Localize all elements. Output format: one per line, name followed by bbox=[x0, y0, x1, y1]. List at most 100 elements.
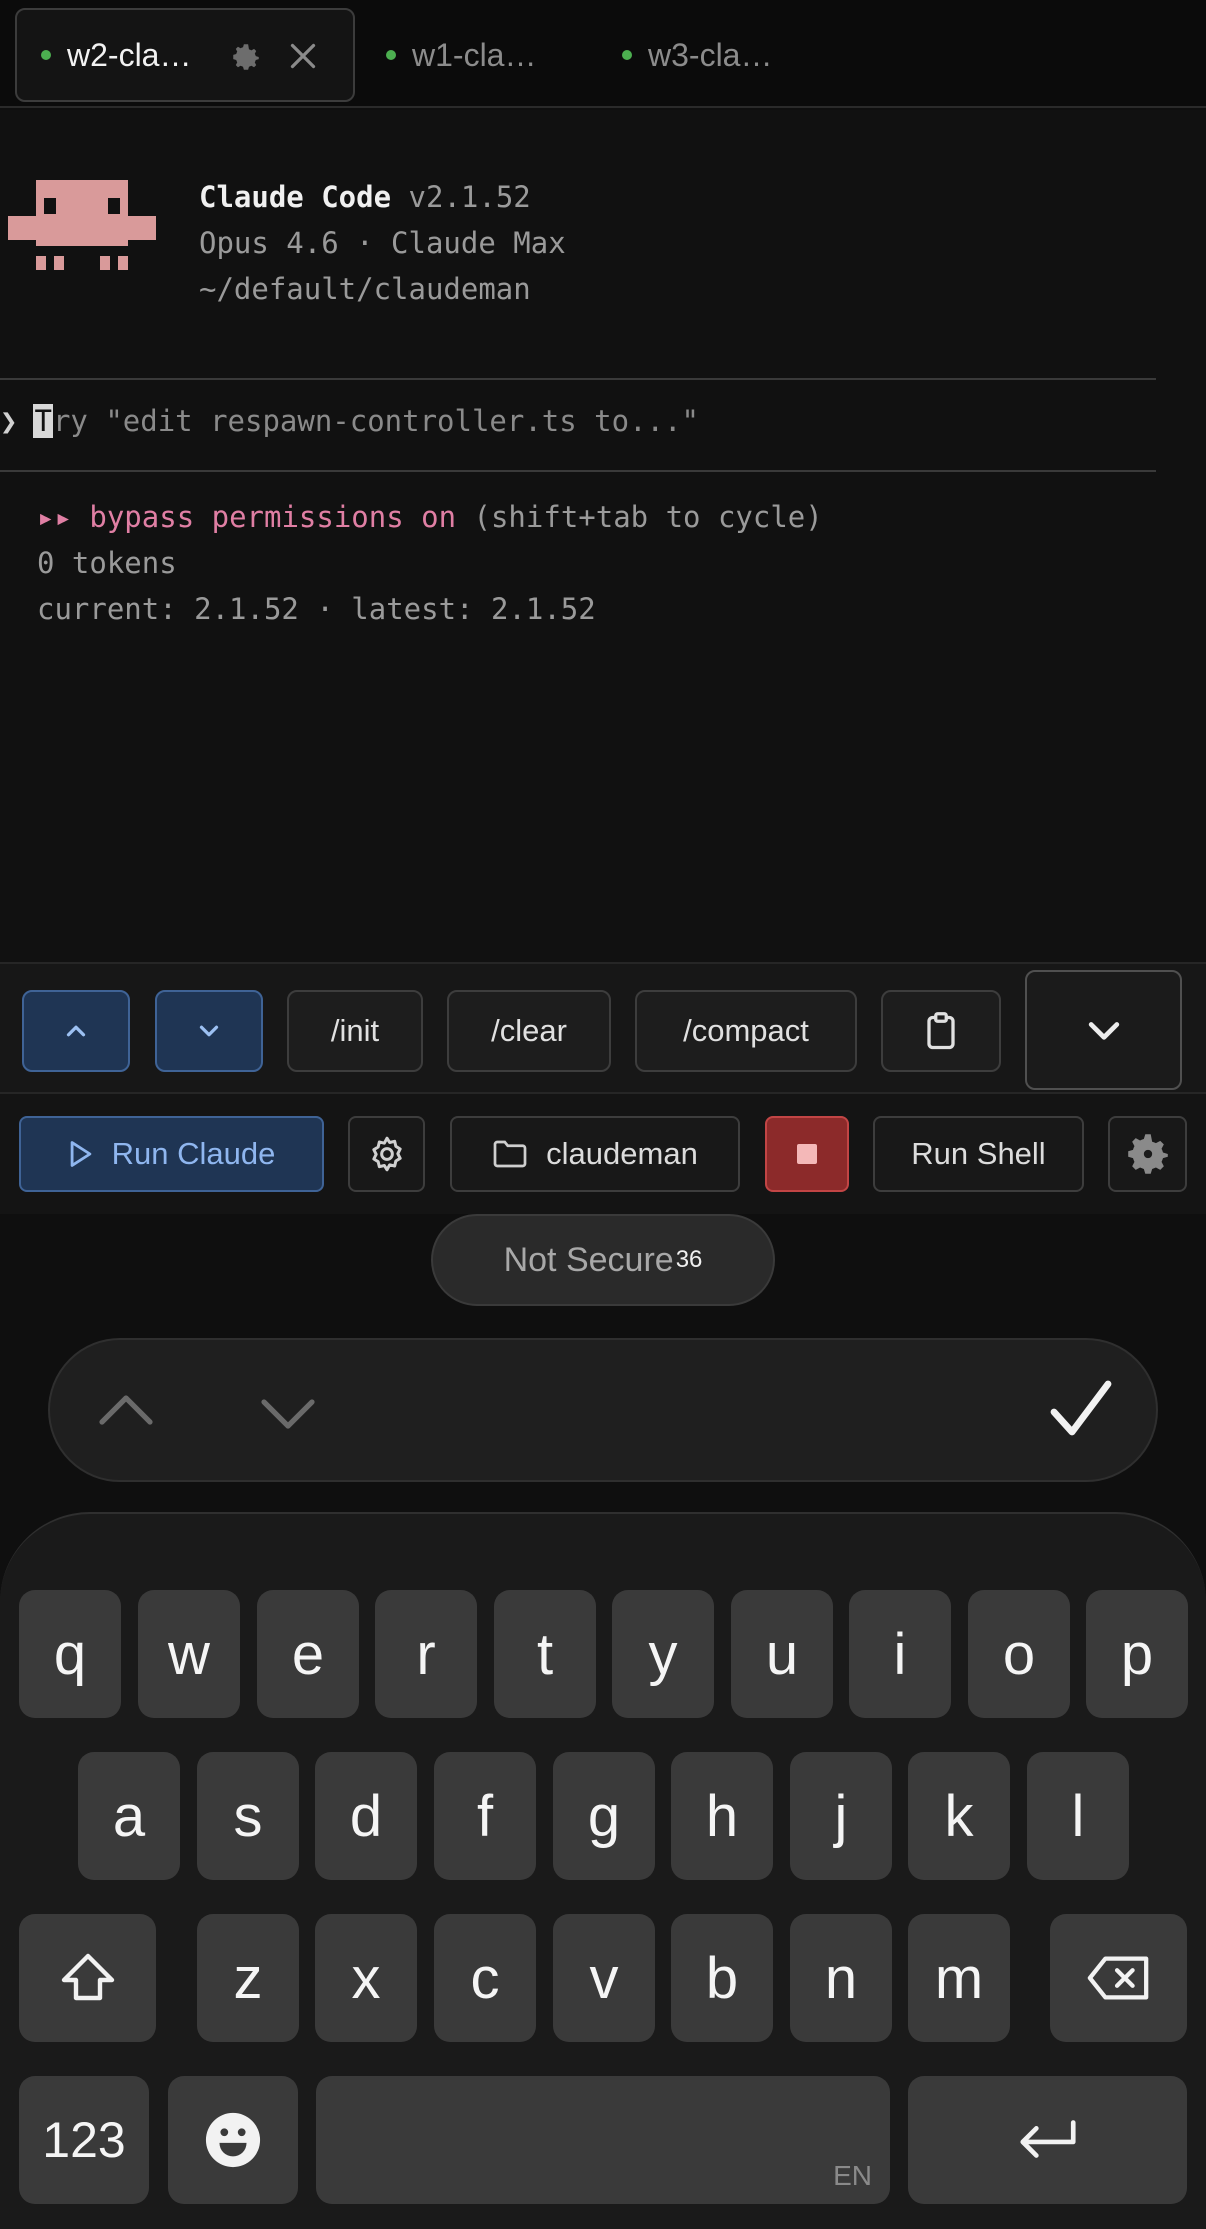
text-cursor: T bbox=[33, 404, 53, 438]
terminal-pane[interactable]: Claude Code v2.1.52 Opus 4.6 · Claude Ma… bbox=[0, 110, 1206, 962]
status-lines: ▸▸ bypass permissions on (shift+tab to c… bbox=[37, 494, 823, 632]
mode-label: bypass permissions on bbox=[89, 500, 457, 534]
previous-field-chevron-icon[interactable] bbox=[94, 1388, 158, 1432]
chevron-down-icon bbox=[199, 1025, 219, 1037]
clipboard-icon bbox=[927, 1012, 955, 1050]
claude-mascot-icon bbox=[8, 172, 156, 270]
shift-key[interactable] bbox=[19, 1914, 156, 2042]
arrow-down-button[interactable] bbox=[155, 990, 263, 1072]
app-name: Claude Code bbox=[199, 180, 392, 214]
key-z[interactable]: z bbox=[197, 1914, 299, 2042]
return-arrow-icon bbox=[1019, 2120, 1076, 2158]
key-k[interactable]: k bbox=[908, 1752, 1010, 1880]
stop-icon bbox=[797, 1144, 817, 1164]
app-version: v2.1.52 bbox=[408, 180, 531, 214]
key-c[interactable]: c bbox=[434, 1914, 536, 2042]
shift-arrow-icon bbox=[61, 1953, 114, 2001]
gear-icon[interactable] bbox=[229, 40, 263, 74]
key-a[interactable]: a bbox=[78, 1752, 180, 1880]
init-button[interactable]: /init bbox=[287, 990, 423, 1072]
claude-settings-button[interactable] bbox=[348, 1116, 425, 1192]
session-info: Claude Code v2.1.52 Opus 4.6 · Claude Ma… bbox=[199, 174, 566, 312]
prompt-chevron-icon: ❯ bbox=[0, 404, 18, 438]
backspace-icon bbox=[1087, 1956, 1148, 2000]
model-line: Opus 4.6 · Claude Max bbox=[199, 226, 566, 260]
space-bar[interactable]: EN bbox=[316, 2076, 890, 2204]
status-dot bbox=[386, 50, 396, 60]
emoji-key[interactable] bbox=[168, 2076, 298, 2204]
key-j[interactable]: j bbox=[790, 1752, 892, 1880]
tab-w2[interactable]: w2-cla… bbox=[15, 8, 355, 102]
prompt-placeholder: ry "edit respawn-controller.ts to..." bbox=[52, 404, 699, 438]
play-icon bbox=[70, 1141, 91, 1167]
divider bbox=[0, 470, 1156, 472]
settings-button[interactable] bbox=[1108, 1116, 1187, 1192]
collapse-keyboard-button[interactable] bbox=[1025, 970, 1182, 1090]
chevron-up-icon bbox=[66, 1025, 86, 1037]
tab-label: w1-cla… bbox=[412, 36, 537, 73]
action-bar: Run Claude claudeman Run Shell bbox=[0, 1094, 1206, 1214]
key-n[interactable]: n bbox=[790, 1914, 892, 2042]
key-g[interactable]: g bbox=[553, 1752, 655, 1880]
close-icon[interactable] bbox=[285, 38, 321, 74]
folder-label: claudeman bbox=[546, 1136, 698, 1171]
key-h[interactable]: h bbox=[671, 1752, 773, 1880]
tab-w3[interactable]: w3-cla… bbox=[622, 8, 772, 102]
numbers-key[interactable]: 123 bbox=[19, 2076, 149, 2204]
paste-button[interactable] bbox=[881, 990, 1001, 1072]
run-claude-label: Run Claude bbox=[111, 1136, 276, 1171]
run-claude-button[interactable]: Run Claude bbox=[19, 1116, 324, 1192]
return-key[interactable] bbox=[908, 2076, 1187, 2204]
key-y[interactable]: y bbox=[612, 1590, 714, 1718]
prompt-line[interactable]: ❯ Try "edit respawn-controller.ts to..." bbox=[0, 404, 699, 438]
compact-button[interactable]: /compact bbox=[635, 990, 857, 1072]
key-t[interactable]: t bbox=[494, 1590, 596, 1718]
key-m[interactable]: m bbox=[908, 1914, 1010, 2042]
address-pill[interactable]: Not Secure 36 bbox=[431, 1214, 775, 1306]
run-shell-button[interactable]: Run Shell bbox=[873, 1116, 1084, 1192]
key-u[interactable]: u bbox=[731, 1590, 833, 1718]
clock-fragment: 36 bbox=[675, 1246, 703, 1273]
chevron-down-icon bbox=[1088, 1022, 1119, 1040]
divider bbox=[0, 378, 1156, 380]
folder-button[interactable]: claudeman bbox=[450, 1116, 740, 1192]
folder-icon bbox=[493, 1140, 527, 1168]
session-tab-bar: w2-cla… w1-cla… w3-cla… bbox=[0, 0, 1206, 108]
arrow-up-button[interactable] bbox=[22, 990, 130, 1072]
key-o[interactable]: o bbox=[968, 1590, 1070, 1718]
key-v[interactable]: v bbox=[553, 1914, 655, 2042]
tab-label: w2-cla… bbox=[67, 36, 192, 73]
gear-icon bbox=[371, 1136, 402, 1172]
backspace-key[interactable] bbox=[1050, 1914, 1187, 2042]
keyboard-language-label: EN bbox=[833, 2160, 872, 2191]
key-d[interactable]: d bbox=[315, 1752, 417, 1880]
tab-label: w3-cla… bbox=[648, 36, 773, 73]
keyboard-accessory-bar bbox=[48, 1338, 1158, 1482]
key-s[interactable]: s bbox=[197, 1752, 299, 1880]
tab-w1[interactable]: w1-cla… bbox=[386, 8, 536, 102]
gear-icon bbox=[1127, 1134, 1168, 1174]
key-f[interactable]: f bbox=[434, 1752, 536, 1880]
security-label: Not Secure bbox=[503, 1240, 674, 1279]
status-dot bbox=[41, 50, 51, 60]
onscreen-keyboard: q w e r t y u i o p a s d f g h j k l z … bbox=[0, 1512, 1206, 2229]
mode-arrows-icon: ▸▸ bbox=[37, 500, 72, 534]
key-x[interactable]: x bbox=[315, 1914, 417, 2042]
version-status: current: 2.1.52 · latest: 2.1.52 bbox=[37, 592, 596, 626]
mode-hint: (shift+tab to cycle) bbox=[473, 500, 823, 534]
key-r[interactable]: r bbox=[375, 1590, 477, 1718]
emoji-face-icon bbox=[205, 2112, 261, 2168]
key-b[interactable]: b bbox=[671, 1914, 773, 2042]
key-i[interactable]: i bbox=[849, 1590, 951, 1718]
key-w[interactable]: w bbox=[138, 1590, 240, 1718]
clear-button[interactable]: /clear bbox=[447, 990, 611, 1072]
checkmark-done-icon[interactable] bbox=[1046, 1378, 1114, 1444]
stop-button[interactable] bbox=[765, 1116, 849, 1192]
key-e[interactable]: e bbox=[257, 1590, 359, 1718]
key-p[interactable]: p bbox=[1086, 1590, 1188, 1718]
next-field-chevron-icon[interactable] bbox=[256, 1392, 320, 1436]
key-l[interactable]: l bbox=[1027, 1752, 1129, 1880]
key-q[interactable]: q bbox=[19, 1590, 121, 1718]
working-path: ~/default/claudeman bbox=[199, 272, 531, 306]
token-count: 0 tokens bbox=[37, 546, 177, 580]
